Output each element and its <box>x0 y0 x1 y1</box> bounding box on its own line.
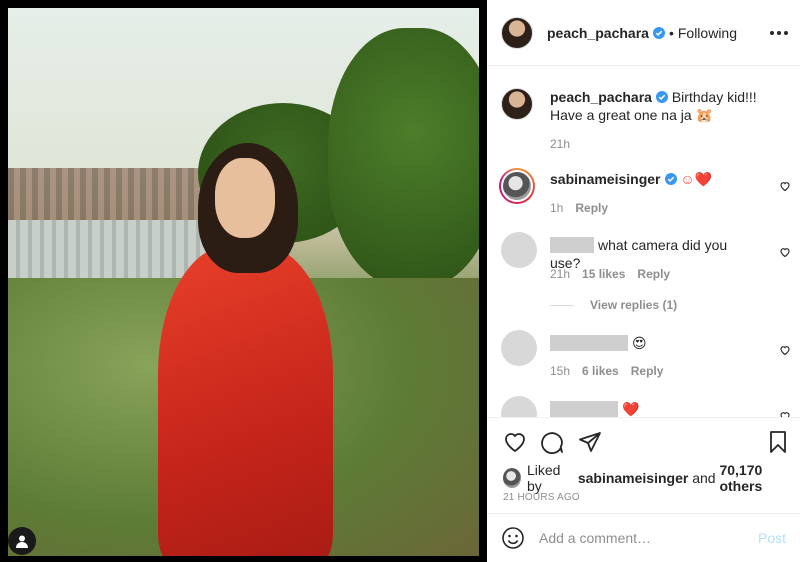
comment-body: 😍 <box>550 334 770 352</box>
comment-body: sabinameisinger ☺❤️ <box>550 170 770 188</box>
likes-count[interactable]: 70,170 others <box>719 462 800 494</box>
comment-time[interactable]: 1h <box>550 201 563 215</box>
header-separator: • <box>668 24 674 41</box>
author-avatar[interactable] <box>501 16 533 49</box>
post-timestamp[interactable]: 21 HOURS AGO <box>503 492 580 503</box>
comment-likes[interactable]: 15 likes <box>582 267 625 281</box>
paper-plane-icon[interactable] <box>578 430 602 454</box>
post-photo[interactable] <box>8 8 479 556</box>
likes-and: and <box>692 470 716 486</box>
photo-tree <box>328 28 479 288</box>
caption-time[interactable]: 21h <box>550 137 570 151</box>
smiley-icon[interactable] <box>501 526 525 550</box>
ellipsis-icon[interactable] <box>770 24 788 42</box>
comment-avatar[interactable] <box>499 168 535 204</box>
comment-like-heart-icon[interactable] <box>779 180 791 192</box>
redacted-username <box>550 237 594 253</box>
reply-button[interactable]: Reply <box>575 201 608 215</box>
speech-bubble-icon[interactable] <box>540 430 564 454</box>
comment-meta: 15h 6 likes Reply <box>550 364 663 378</box>
add-comment-bar: Post <box>487 513 800 562</box>
caption-username[interactable]: peach_pachara <box>550 89 652 105</box>
comment-like-heart-icon[interactable] <box>779 344 791 356</box>
photo-pane <box>0 0 487 562</box>
verified-badge-icon <box>652 26 665 39</box>
comments-list: peach_pachara Birthday kid!!! Have a gre… <box>487 67 800 417</box>
likes-summary: Liked by sabinameisinger and 70,170 othe… <box>503 462 800 494</box>
heart-icon[interactable] <box>503 430 527 454</box>
comment-meta: 1h Reply <box>550 201 608 215</box>
post-header: peach_pachara • Following <box>487 0 800 66</box>
redacted-username <box>550 335 628 351</box>
post-comment-button[interactable]: Post <box>758 530 786 546</box>
verified-badge-icon <box>664 173 677 185</box>
photo-figure-face <box>215 158 275 238</box>
author-username[interactable]: peach_pachara <box>547 25 649 41</box>
comment-text: 😍 <box>632 335 647 351</box>
caption-body: peach_pachara Birthday kid!!! Have a gre… <box>550 88 770 124</box>
view-replies-button[interactable]: View replies (1) <box>550 298 677 312</box>
following-button[interactable]: Following <box>678 25 737 41</box>
photo-figure-dress <box>158 246 333 556</box>
comment-meta: 21h 15 likes Reply <box>550 267 670 281</box>
verified-badge-icon <box>655 91 668 103</box>
redacted-username <box>550 401 618 417</box>
comment-input[interactable] <box>539 530 758 546</box>
post-side-panel: peach_pachara • Following peach_pachara … <box>487 0 800 562</box>
comment-time[interactable]: 15h <box>550 364 570 378</box>
reply-button[interactable]: Reply <box>637 267 670 281</box>
action-bar: Liked by sabinameisinger and 70,170 othe… <box>487 417 800 513</box>
comment-text: ❤️ <box>622 401 640 417</box>
liked-by-label: Liked by <box>527 462 561 494</box>
reply-button[interactable]: Reply <box>631 364 664 378</box>
comment-avatar[interactable] <box>501 396 537 417</box>
tagged-user-icon[interactable] <box>8 527 36 555</box>
comment-like-heart-icon[interactable] <box>779 246 791 258</box>
liker-username[interactable]: sabinameisinger <box>578 470 689 486</box>
comment-avatar[interactable] <box>501 232 537 268</box>
comment-like-heart-icon[interactable] <box>779 410 791 417</box>
bookmark-icon[interactable] <box>766 430 790 454</box>
comment-likes[interactable]: 6 likes <box>582 364 619 378</box>
comment-text: ☺❤️ <box>680 171 713 187</box>
comment-avatar[interactable] <box>501 330 537 366</box>
comment-username[interactable]: sabinameisinger <box>550 171 661 187</box>
liker-avatar[interactable] <box>503 468 521 488</box>
comment-time[interactable]: 21h <box>550 267 570 281</box>
caption-avatar[interactable] <box>501 88 533 120</box>
comment-body: ❤️ <box>550 400 770 417</box>
